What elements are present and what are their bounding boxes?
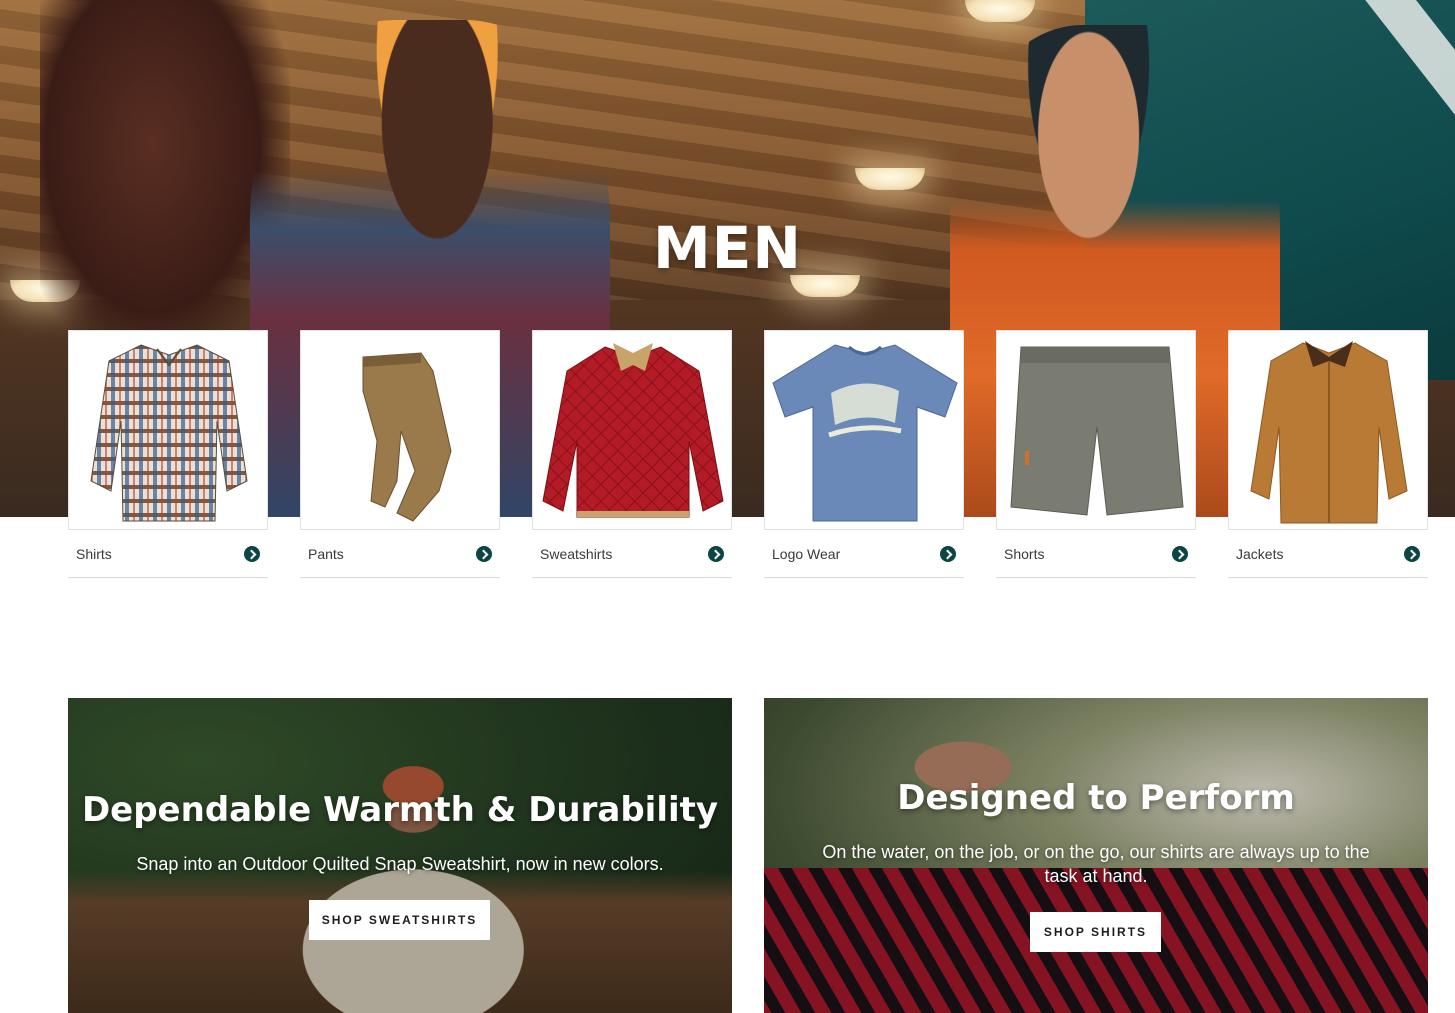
red-quilted-pullover-image[interactable] [532, 330, 732, 530]
chevron-right-icon[interactable] [1172, 546, 1188, 562]
category-card-shorts[interactable]: Shorts [996, 330, 1196, 578]
promo-shirts[interactable]: Designed to Perform On the water, on the… [764, 698, 1428, 1013]
category-card-sweatshirts[interactable]: Sweatshirts [532, 330, 732, 578]
category-row[interactable]: Shorts [996, 530, 1196, 578]
shop-shirts-button[interactable]: SHOP SHIRTS [1030, 912, 1161, 952]
chevron-right-icon[interactable] [244, 546, 260, 562]
category-row[interactable]: Shirts [68, 530, 268, 578]
category-card-jackets[interactable]: Jackets [1228, 330, 1428, 578]
category-card-shirts[interactable]: Shirts [68, 330, 268, 578]
chevron-right-icon[interactable] [1404, 546, 1420, 562]
category-label: Logo Wear [772, 546, 841, 562]
category-label: Sweatshirts [540, 546, 613, 562]
promo-headline: Dependable Warmth & Durability [81, 790, 719, 830]
ceiling-lamp [965, 0, 1035, 22]
category-grid: Shirts Pants Sweatshirts Logo Wear Short… [68, 330, 1428, 580]
blue-logo-tee-image[interactable] [764, 330, 964, 530]
chevron-right-icon[interactable] [708, 546, 724, 562]
category-label: Jackets [1236, 546, 1284, 562]
chevron-right-icon[interactable] [940, 546, 956, 562]
ceiling-lamp [855, 168, 925, 190]
chevron-right-icon[interactable] [476, 546, 492, 562]
category-label: Shirts [76, 546, 112, 562]
promo-subtext: Snap into an Outdoor Quilted Snap Sweats… [136, 854, 664, 874]
promo-subtext: On the water, on the job, or on the go, … [822, 842, 1370, 886]
category-card-pants[interactable]: Pants [300, 330, 500, 578]
promo-sweatshirts[interactable]: Dependable Warmth & Durability Snap into… [68, 698, 732, 1013]
page-title: MEN [653, 214, 802, 282]
plaid-shirt-image[interactable] [68, 330, 268, 530]
khaki-pants-image[interactable] [300, 330, 500, 530]
category-row[interactable]: Jackets [1228, 530, 1428, 578]
category-label: Shorts [1004, 546, 1045, 562]
tan-jacket-image[interactable] [1228, 330, 1428, 530]
gray-shorts-image[interactable] [996, 330, 1196, 530]
category-row[interactable]: Pants [300, 530, 500, 578]
category-card-logo-wear[interactable]: Logo Wear [764, 330, 964, 578]
shop-sweatshirts-button[interactable]: SHOP SWEATSHIRTS [309, 900, 490, 940]
category-label: Pants [308, 546, 344, 562]
category-row[interactable]: Sweatshirts [532, 530, 732, 578]
promo-headline: Designed to Perform [897, 778, 1295, 818]
category-row[interactable]: Logo Wear [764, 530, 964, 578]
